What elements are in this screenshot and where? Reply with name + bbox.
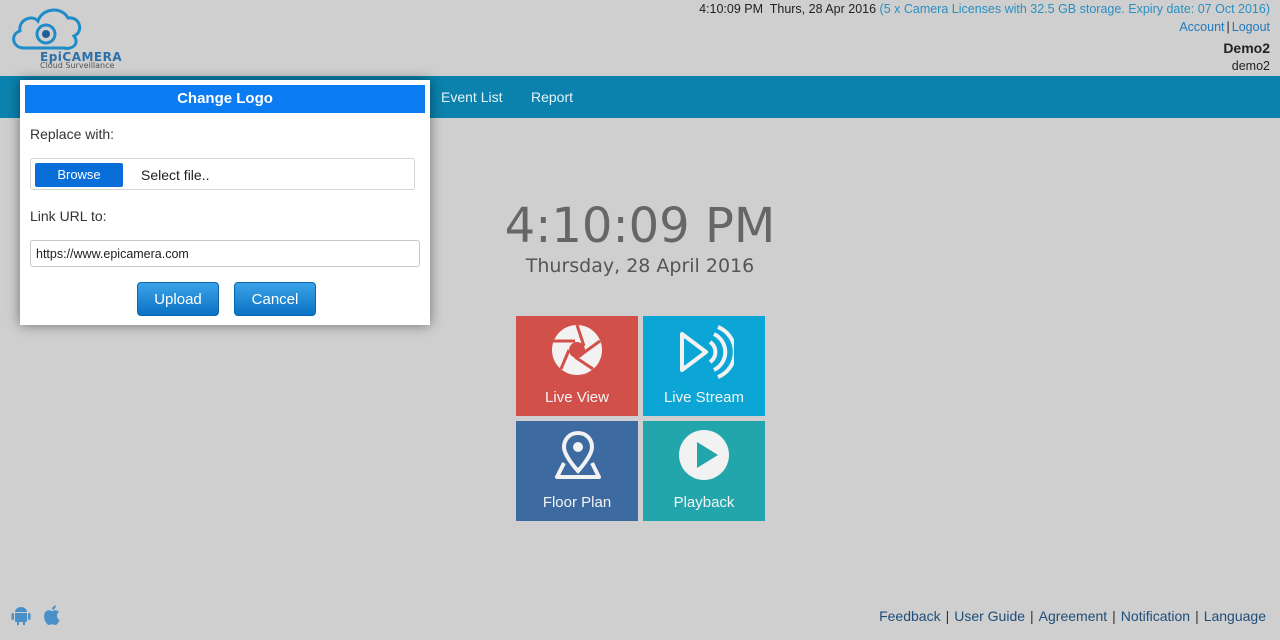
link-url-label: Link URL to: [30, 208, 107, 224]
footer-app-icons [10, 604, 64, 631]
apple-icon[interactable] [42, 604, 64, 626]
separator: | [1030, 608, 1034, 624]
footer-link-language[interactable]: Language [1204, 608, 1266, 624]
status-line: 4:10:09 PM Thurs, 28 Apr 2016 (5 x Camer… [699, 2, 1270, 16]
link-url-input[interactable] [30, 240, 420, 267]
tile-label: Live Stream [663, 389, 745, 406]
logo-subtitle: Cloud Surveillance [40, 61, 115, 70]
tile-floor-plan[interactable]: Floor Plan [516, 421, 638, 521]
footer-link-agreement[interactable]: Agreement [1039, 608, 1107, 624]
account-links: Account | Logout [1179, 20, 1270, 34]
android-icon[interactable] [10, 604, 32, 626]
tile-label: Playback [673, 494, 735, 511]
logout-link[interactable]: Logout [1232, 20, 1270, 34]
selected-file-text: Select file.. [141, 167, 210, 183]
change-logo-dialog: Change Logo Replace with: Browse Select … [20, 80, 430, 325]
footer-links: Feedback | User Guide | Agreement | Notificati… [879, 608, 1266, 624]
nav-item-report[interactable]: Report [531, 89, 573, 105]
separator: | [1226, 20, 1230, 34]
footer-link-user-guide[interactable]: User Guide [954, 608, 1025, 624]
cancel-button[interactable]: Cancel [234, 282, 316, 316]
clock-date: Thursday, 28 April 2016 [525, 255, 755, 277]
current-datetime: 4:10:09 PM Thurs, 28 Apr 2016 [699, 2, 877, 16]
play-icon [679, 430, 729, 480]
browse-button[interactable]: Browse [35, 163, 123, 187]
separator: | [945, 608, 950, 624]
aperture-icon [552, 324, 602, 375]
clock-time: 4:10:09 PM [504, 198, 776, 254]
account-link[interactable]: Account [1179, 20, 1224, 34]
tile-label: Floor Plan [542, 494, 612, 511]
user-id: demo2 [1231, 59, 1270, 73]
map-pin-icon [555, 430, 601, 479]
tile-live-stream[interactable]: Live Stream [643, 316, 765, 416]
tile-label: Live View [545, 389, 609, 406]
stream-icon [680, 325, 734, 379]
replace-with-label: Replace with: [30, 126, 115, 142]
upload-button[interactable]: Upload [137, 282, 219, 316]
header: EpiCAMERA Cloud Surveillance 4:10:09 PM … [0, 0, 1280, 76]
user-display-name: Demo2 [1223, 40, 1270, 56]
separator: | [1195, 608, 1199, 624]
file-picker[interactable]: Browse Select file.. [30, 158, 415, 190]
license-info: (5 x Camera Licenses with 32.5 GB storag… [879, 2, 1270, 16]
tile-live-view[interactable]: Live View [516, 316, 638, 416]
nav-item-event-list[interactable]: Event List [441, 89, 502, 105]
cloud-camera-icon [12, 8, 82, 50]
tile-playback[interactable]: Playback [643, 421, 765, 521]
footer-link-notification[interactable]: Notification [1121, 608, 1190, 624]
separator: | [1112, 608, 1116, 624]
epicamera-logo[interactable]: EpiCAMERA Cloud Surveillance [8, 4, 128, 70]
dialog-title: Change Logo [25, 85, 425, 113]
footer-link-feedback[interactable]: Feedback [879, 608, 940, 624]
